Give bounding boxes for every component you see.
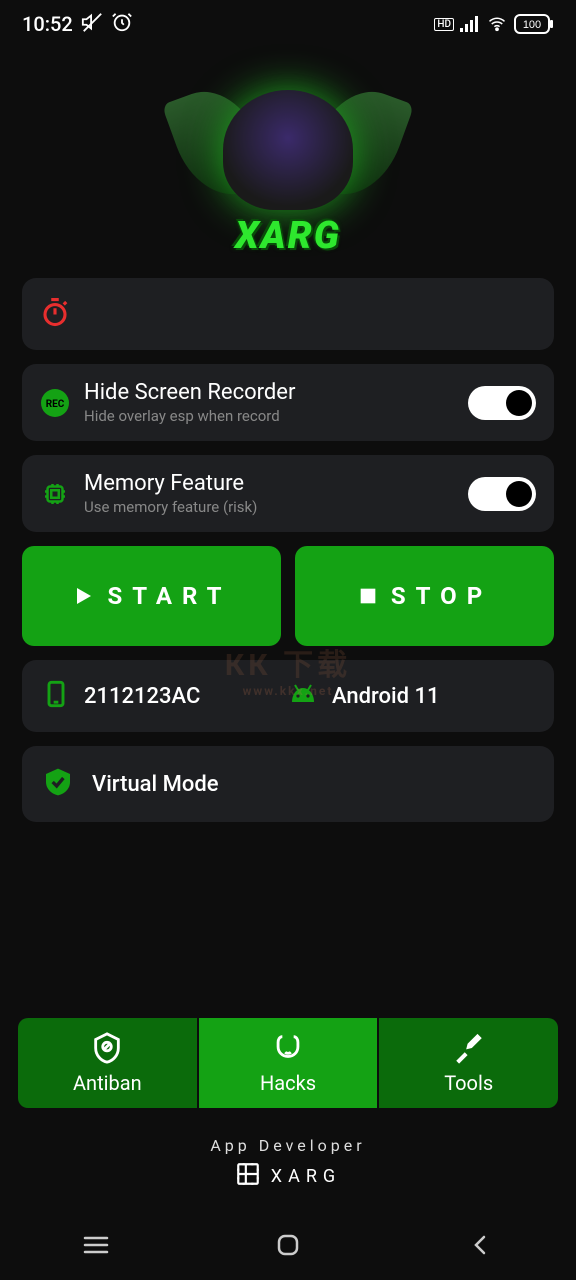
svg-text:100: 100 [523,19,541,31]
timer-icon [40,297,70,331]
logo-text: XARG [235,214,341,258]
status-bar: 10:52 HD 100 [0,0,576,48]
memory-title: Memory Feature [84,471,468,496]
android-navbar [0,1210,576,1280]
tab-tools-label: Tools [444,1071,493,1095]
device-model: 2112123AC [84,684,200,709]
virtual-mode-card: Virtual Mode [22,746,554,822]
svg-text:REC: REC [46,399,65,410]
developer-name: XARG [271,1166,341,1187]
phone-icon [42,680,70,712]
tab-tools[interactable]: Tools [379,1018,558,1108]
hd-icon: HD [434,18,454,31]
app-logo: XARG [22,58,554,278]
tab-hacks[interactable]: Hacks [199,1018,378,1108]
memory-card: Memory Feature Use memory feature (risk) [22,455,554,532]
timer-card[interactable] [22,278,554,350]
shield-check-icon [42,766,74,802]
grid-icon [235,1161,261,1192]
status-left: 10:52 [22,11,133,38]
stop-button[interactable]: STOP [295,546,554,646]
battery-icon: 100 [514,14,554,34]
tab-antiban[interactable]: Antiban [18,1018,197,1108]
nav-back-button[interactable] [440,1233,520,1257]
virtual-mode-label: Virtual Mode [92,772,219,797]
chip-icon [40,479,84,509]
device-info-card: 2112123AC Android 11 [22,660,554,732]
android-icon [288,682,318,710]
status-time: 10:52 [22,12,73,36]
start-label: START [107,582,231,610]
memory-toggle[interactable] [468,477,536,511]
wifi-icon [486,15,508,33]
signal-icon [460,16,480,32]
rec-icon: REC [40,388,84,418]
developer-label: App Developer [22,1136,554,1155]
tab-hacks-label: Hacks [260,1071,316,1095]
mute-icon [81,11,103,38]
start-button[interactable]: START [22,546,281,646]
nav-home-button[interactable] [248,1233,328,1257]
nav-recent-button[interactable] [56,1235,136,1255]
status-right: HD 100 [434,14,554,34]
hide-recorder-sub: Hide overlay esp when record [84,407,468,425]
stop-label: STOP [391,582,492,610]
hide-recorder-toggle[interactable] [468,386,536,420]
device-os: Android 11 [332,684,440,709]
bottom-tabbar: Antiban Hacks Tools [18,1018,558,1108]
hide-recorder-title: Hide Screen Recorder [84,380,468,405]
hide-recorder-card: REC Hide Screen Recorder Hide overlay es… [22,364,554,441]
tab-antiban-label: Antiban [73,1071,142,1095]
memory-sub: Use memory feature (risk) [84,498,468,516]
alarm-icon [111,11,133,38]
footer: App Developer XARG [22,1136,554,1210]
